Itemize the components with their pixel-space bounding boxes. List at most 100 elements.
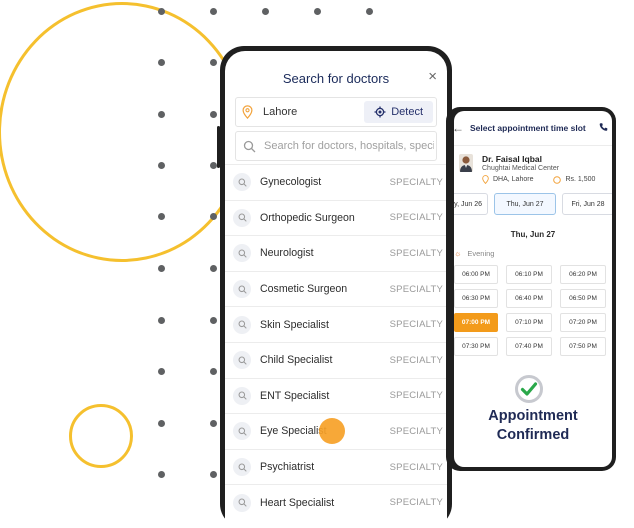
list-item[interactable]: Eye Specialist SPECIALTY [225, 413, 447, 449]
list-item-tag: SPECIALTY [389, 425, 443, 437]
location-value: Lahore [263, 106, 298, 118]
list-item-tag: SPECIALTY [389, 212, 443, 224]
search-icon [233, 173, 251, 192]
confirmation-message: Appointment Confirmed [454, 407, 612, 445]
touch-indicator [319, 418, 345, 445]
time-slot[interactable]: 07:30 PM [454, 337, 498, 356]
search-icon [233, 458, 251, 477]
time-slot[interactable]: 06:30 PM [454, 289, 498, 308]
decorative-dot [210, 8, 217, 15]
period-text: Evening [467, 249, 495, 258]
decorative-dot [158, 471, 165, 478]
decorative-dot [158, 111, 165, 118]
list-item-label: Heart Specialist [260, 496, 335, 509]
fee-icon [553, 175, 562, 184]
decorative-dot [158, 59, 165, 66]
specialty-list: Gynecologist SPECIALTY Orthopedic Surgeon S… [225, 164, 447, 520]
list-item-tag: SPECIALTY [389, 354, 443, 366]
appointment-header: ← Select appointment time slot [454, 121, 612, 137]
list-item[interactable]: Skin Specialist SPECIALTY [225, 306, 447, 342]
search-icon [233, 208, 251, 227]
decorative-dot [210, 111, 217, 118]
doctor-name: Dr. Faisal Iqbal [482, 154, 542, 164]
list-item[interactable]: Child Specialist SPECIALTY [225, 341, 447, 378]
decorative-dot [158, 8, 165, 15]
time-slot[interactable]: 07:20 PM [560, 313, 606, 332]
list-item-tag: SPECIALTY [389, 497, 443, 509]
list-item-label: Orthopedic Surgeon [260, 211, 355, 224]
list-item[interactable]: Heart Specialist SPECIALTY [225, 484, 447, 520]
back-arrow-icon[interactable]: ← [454, 121, 464, 135]
decorative-dot [158, 162, 165, 169]
decorative-dot [210, 59, 217, 66]
time-slot[interactable]: 06:00 PM [454, 265, 498, 284]
list-item-tag: SPECIALTY [389, 176, 443, 188]
decorative-dot [158, 420, 165, 427]
search-icon [233, 493, 251, 512]
appointment-screen: ← Select appointment time slot Dr. Faisa… [454, 111, 612, 467]
date-chip-jun-26[interactable]: ay, Jun 26 [454, 193, 488, 215]
selected-date-heading: Thu, Jun 27 [510, 230, 556, 239]
confirmation-line-2: Confirmed [496, 427, 570, 443]
search-icon [233, 280, 251, 299]
decorative-dot [210, 471, 217, 478]
list-item[interactable]: ENT Specialist SPECIALTY [225, 377, 447, 414]
decorative-dot [210, 420, 217, 427]
list-item-label: ENT Specialist [260, 389, 330, 402]
search-icon [233, 351, 251, 370]
time-slot[interactable]: 06:50 PM [560, 289, 606, 308]
decorative-dot [210, 368, 217, 375]
list-item-label: Skin Specialist [260, 318, 329, 331]
date-selector: ay, Jun 26 Thu, Jun 27 Fri, Jun 28 [454, 193, 612, 215]
doctor-meta: DHA, Lahore Rs. 1,500 [482, 175, 595, 184]
date-chip-jun-27[interactable]: Thu, Jun 27 [494, 193, 556, 215]
phone-side-button [217, 126, 220, 168]
decorative-dot [210, 265, 217, 272]
check-circle-icon [515, 375, 543, 403]
list-item-label: Neurologist [260, 247, 314, 260]
list-item-tag: SPECIALTY [389, 461, 443, 473]
appointment-title: Select appointment time slot [470, 123, 586, 133]
search-header: Search for doctors × [225, 51, 447, 103]
doctor-fee: Rs. 1,500 [565, 176, 596, 183]
detect-location-button[interactable]: Detect [364, 101, 433, 123]
period-label: ☼ Evening [454, 249, 494, 258]
time-slot[interactable]: 06:40 PM [506, 289, 552, 308]
date-chip-jun-28[interactable]: Fri, Jun 28 [562, 193, 612, 215]
decorative-large-circle [0, 2, 246, 262]
time-slot[interactable]: 07:10 PM [506, 313, 552, 332]
location-pin-icon [482, 175, 489, 184]
list-item[interactable]: Orthopedic Surgeon SPECIALTY [225, 199, 447, 236]
time-slot[interactable]: 07:40 PM [506, 337, 552, 356]
time-slot[interactable]: 06:10 PM [506, 265, 552, 284]
list-item[interactable]: Cosmetic Surgeon SPECIALTY [225, 270, 447, 307]
list-item-tag: SPECIALTY [389, 390, 443, 402]
search-input[interactable] [264, 140, 434, 152]
decorative-dot [262, 8, 269, 15]
decorative-dot [366, 8, 373, 15]
list-item-label: Gynecologist [260, 176, 322, 189]
list-item[interactable]: Psychiatrist SPECIALTY [225, 448, 447, 485]
search-icon [233, 386, 251, 405]
time-slot[interactable]: 07:00 PM [454, 313, 498, 332]
search-screen: Search for doctors × Lahore Detect Searc… [225, 51, 447, 528]
decorative-dot [314, 8, 321, 15]
doctor-avatar [459, 154, 473, 172]
phone-icon[interactable] [599, 122, 608, 132]
decorative-dot [210, 317, 217, 324]
appointment-phone-mockup: ← Select appointment time slot Dr. Faisa… [446, 107, 616, 471]
time-slot[interactable]: 07:50 PM [560, 337, 606, 356]
page-title: Search for doctors [282, 71, 390, 86]
header-divider [454, 145, 612, 146]
decorative-dot [210, 162, 217, 169]
list-item[interactable]: Neurologist SPECIALTY [225, 235, 447, 271]
list-item-label: Cosmetic Surgeon [260, 283, 348, 296]
location-field[interactable]: Lahore Detect [235, 97, 437, 127]
detect-label: Detect [391, 106, 423, 118]
list-item-tag: SPECIALTY [389, 319, 443, 331]
close-icon[interactable]: × [428, 68, 437, 85]
search-box[interactable] [235, 131, 437, 161]
list-item[interactable]: Gynecologist SPECIALTY [225, 164, 447, 200]
list-item-label: Child Specialist [260, 354, 333, 367]
time-slot[interactable]: 06:20 PM [560, 265, 606, 284]
